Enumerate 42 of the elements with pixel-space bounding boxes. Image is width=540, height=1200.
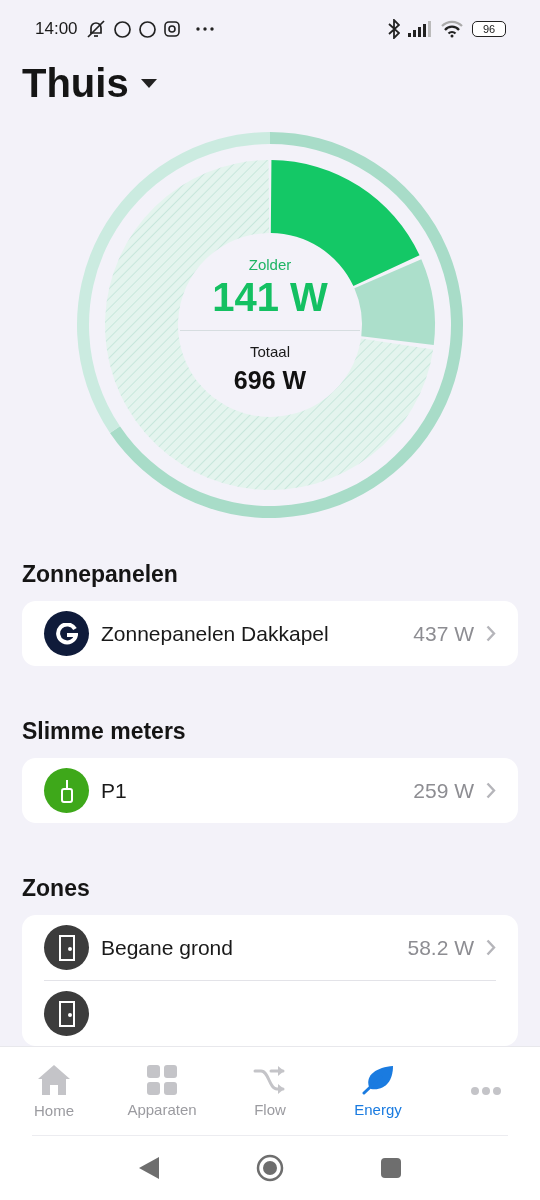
door-icon bbox=[44, 925, 89, 970]
meter-icon bbox=[44, 768, 89, 813]
circle-icon bbox=[113, 20, 131, 38]
item-name[interactable]: Zonnepanelen Dakkapel bbox=[101, 621, 402, 646]
grid-icon bbox=[147, 1064, 177, 1095]
leaf-icon bbox=[361, 1064, 395, 1095]
item-power: 259 W bbox=[413, 778, 474, 803]
camera-icon bbox=[163, 21, 180, 38]
nav-label: Apparaten bbox=[127, 1100, 197, 1118]
status-time: 14:00 bbox=[35, 19, 78, 40]
logo-icon bbox=[44, 611, 89, 656]
home-icon bbox=[37, 1063, 71, 1096]
nav-label: Flow bbox=[254, 1100, 286, 1118]
muted-bell-icon bbox=[85, 19, 106, 40]
zone-power: 141 W bbox=[212, 274, 328, 320]
total-label: Totaal bbox=[250, 342, 290, 360]
dropdown-caret-icon[interactable] bbox=[140, 79, 157, 89]
item-power: 437 W bbox=[413, 621, 474, 646]
battery-indicator: 96 bbox=[472, 21, 506, 38]
home-title[interactable]: Thuis bbox=[22, 61, 129, 107]
section-title: Zonnepanelen bbox=[22, 561, 179, 588]
section-title: Slimme meters bbox=[22, 718, 187, 745]
nav-label: Energy bbox=[354, 1100, 402, 1118]
recents-icon[interactable] bbox=[381, 1158, 402, 1178]
door-icon bbox=[44, 991, 89, 1036]
item-name[interactable]: P1 bbox=[101, 778, 402, 803]
item-name[interactable]: Begane grond bbox=[101, 935, 396, 960]
bluetooth-icon bbox=[388, 19, 400, 40]
more-icon bbox=[471, 1087, 501, 1095]
item-power: 58.2 W bbox=[407, 935, 474, 960]
total-power: 696 W bbox=[233, 365, 307, 395]
home-button-icon[interactable] bbox=[256, 1154, 284, 1182]
nav-label: Home bbox=[34, 1101, 74, 1119]
signal-icon bbox=[408, 21, 432, 38]
shuffle-icon bbox=[253, 1064, 287, 1095]
zone-label: Zolder bbox=[248, 255, 292, 273]
circle-icon bbox=[138, 20, 156, 38]
wifi-icon bbox=[440, 20, 464, 39]
nav-tab[interactable]: Energy bbox=[324, 1047, 432, 1135]
more-icon bbox=[195, 27, 214, 32]
section-title: Zones bbox=[22, 875, 91, 902]
back-icon[interactable] bbox=[138, 1157, 159, 1179]
